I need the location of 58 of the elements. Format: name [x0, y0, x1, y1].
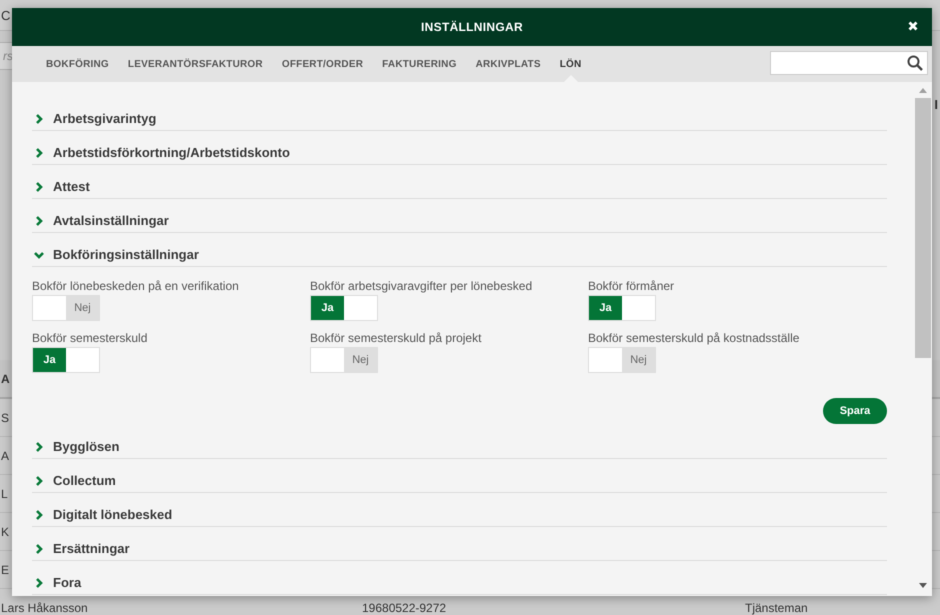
scroll-up-icon[interactable] [919, 88, 927, 93]
section-header[interactable]: Avtalsinställningar [32, 199, 887, 233]
toggle-switch[interactable]: Ja [588, 295, 656, 321]
section-header[interactable]: Arbetsgivarintyg [32, 97, 887, 131]
chevron-right-icon [34, 216, 44, 226]
tab[interactable]: BOKFÖRING [46, 46, 109, 82]
table-cell-text: K [1, 524, 10, 538]
section-header[interactable]: Attest [32, 165, 887, 199]
section-header[interactable]: Bygglösen [32, 425, 887, 459]
page-title: C [1, 8, 10, 22]
toggle-switch[interactable]: Nej [310, 347, 378, 373]
toggle-switch[interactable]: Ja [310, 295, 378, 321]
search-field[interactable] [770, 51, 928, 75]
setting-label: Bokför semesterskuld på projekt [310, 331, 482, 345]
close-icon [908, 21, 918, 31]
close-button[interactable] [908, 21, 920, 33]
table-cell-text: L [1, 486, 9, 500]
toggle-switch[interactable]: Ja [32, 347, 100, 373]
table-cell-text: Lars Håkansson [1, 600, 89, 614]
table-cell-text: 19680522-9272 [362, 600, 448, 614]
section-header[interactable]: Arbetstidsförkortning/Arbetstidskonto [32, 131, 887, 165]
table-cell-text: A [1, 448, 10, 462]
tab[interactable]: ARKIVPLATS [476, 46, 541, 82]
chevron-right-icon [34, 114, 44, 124]
toggle-switch[interactable]: Nej [588, 347, 656, 373]
scrollbar-thumb[interactable] [915, 98, 931, 358]
tab[interactable]: LEVERANTÖRSFAKTUROR [128, 46, 263, 82]
setting-label: Bokför semesterskuld på kostnadsställe [588, 331, 800, 345]
tab[interactable]: LÖN [560, 46, 582, 82]
table-cell-text: E [1, 562, 10, 576]
scrollbar[interactable] [914, 82, 932, 596]
dialog-title: INSTÄLLNINGAR [421, 20, 523, 34]
column-header: A [1, 372, 10, 386]
setting-label: Bokför förmåner [588, 279, 674, 293]
search-icon [907, 55, 923, 71]
chevron-right-icon [34, 148, 44, 158]
side-label: I [934, 97, 938, 112]
section-header[interactable]: Fora [32, 561, 887, 595]
chevron-right-icon [34, 442, 44, 452]
table-cell-text: S [1, 410, 10, 424]
section-header[interactable]: Bokföringsinställningar [32, 233, 887, 267]
section-header[interactable]: Ersättningar [32, 527, 887, 561]
section-header[interactable]: Digitalt lönebesked [32, 493, 887, 527]
section-header[interactable]: Collectum [32, 459, 887, 493]
save-button[interactable]: Spara [823, 398, 887, 424]
chevron-down-icon [34, 250, 44, 260]
toggle-switch[interactable]: Nej [32, 295, 100, 321]
chevron-right-icon [34, 476, 44, 486]
chevron-right-icon [34, 182, 44, 192]
setting-label: Bokför arbetsgivaravgifter per lönebesked [310, 279, 532, 293]
chevron-right-icon [34, 578, 44, 588]
table-cell-text: Tjänsteman [745, 600, 809, 614]
tab[interactable]: OFFERT/ORDER [282, 46, 364, 82]
setting-label: Bokför lönebeskeden på en verifikation [32, 279, 239, 293]
tab[interactable]: FAKTURERING [382, 46, 457, 82]
chevron-right-icon [34, 544, 44, 554]
chevron-right-icon [34, 510, 44, 520]
setting-label: Bokför semesterskuld [32, 331, 148, 345]
